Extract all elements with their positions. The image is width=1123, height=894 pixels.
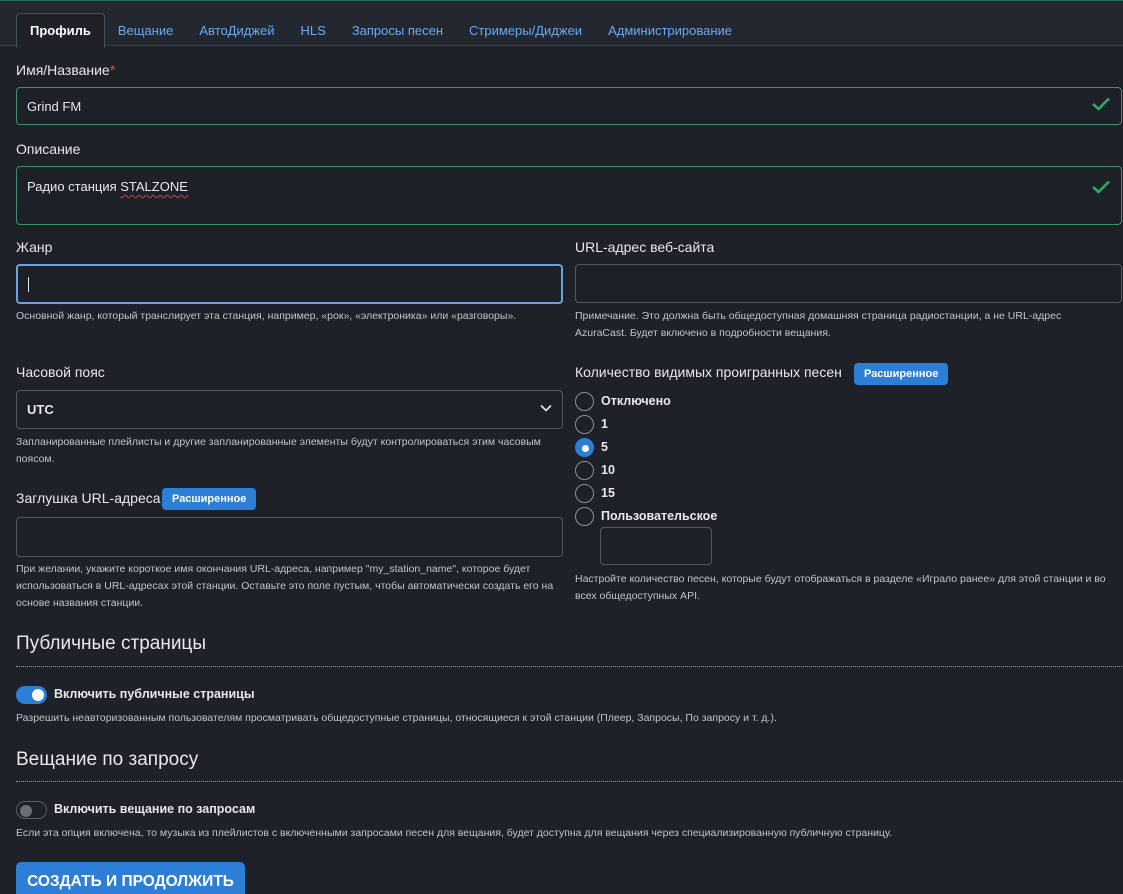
- radio-button[interactable]: [575, 391, 594, 411]
- description-textarea[interactable]: Радио станция STALZONE: [16, 166, 1122, 225]
- slug-help: При желании, укажите короткое имя оконча…: [16, 563, 554, 609]
- website-help: Примечание. Это должна быть общедоступна…: [575, 310, 1062, 339]
- toggle-knob: [32, 689, 44, 701]
- create-and-continue-button[interactable]: СОЗДАТЬ И ПРОДОЛЖИТЬ: [16, 862, 245, 894]
- tab-song-requests[interactable]: Запросы песен: [339, 13, 456, 47]
- radio-label: 10: [601, 463, 615, 477]
- radio-button[interactable]: [575, 506, 594, 526]
- on-demand-heading: Вещание по запросу: [16, 749, 199, 770]
- genre-label: Жанр: [16, 239, 53, 255]
- radio-label: 5: [601, 440, 608, 454]
- public-pages-toggle-label: Включить публичные страницы: [54, 687, 255, 701]
- radio-label: 1: [601, 417, 608, 431]
- timezone-value: UTC: [27, 402, 54, 417]
- advanced-badge: Расширенное: [162, 488, 257, 510]
- chevron-down-icon: [540, 404, 552, 412]
- required-mark: *: [109, 62, 116, 78]
- on-demand-toggle[interactable]: [16, 801, 47, 819]
- radio-button[interactable]: [575, 414, 594, 434]
- history-custom-input[interactable]: [600, 527, 712, 565]
- public-pages-help: Разрешить неавторизованным пользователям…: [16, 712, 777, 724]
- genre-input[interactable]: [16, 264, 563, 304]
- slug-input[interactable]: [16, 517, 563, 557]
- on-demand-toggle-label: Включить вещание по запросам: [54, 802, 256, 816]
- tab-streamers[interactable]: Стримеры/Диджеи: [456, 13, 595, 47]
- tab-administration[interactable]: Администрирование: [595, 13, 745, 47]
- history-option-disabled[interactable]: Отключено: [575, 391, 671, 411]
- tab-bar: Профиль Вещание АвтоДиджей HLS Запросы п…: [0, 0, 1123, 48]
- check-icon: [1092, 180, 1110, 194]
- genre-help: Основной жанр, который транслирует эта с…: [16, 310, 517, 322]
- history-help: Настройте количество песен, которые буду…: [575, 573, 1106, 602]
- toggle-knob: [20, 805, 32, 817]
- on-demand-help: Если эта опция включена, то музыка из пл…: [16, 827, 893, 839]
- radio-button[interactable]: [575, 460, 594, 480]
- website-input[interactable]: [575, 264, 1122, 303]
- name-label-text: Имя/Название: [16, 62, 110, 78]
- tab-broadcasting[interactable]: Вещание: [105, 13, 187, 47]
- description-text: Радио станция: [27, 179, 121, 194]
- radio-label: 15: [601, 486, 615, 500]
- history-option-5[interactable]: 5: [575, 437, 608, 457]
- website-label: URL-адрес веб-сайта: [575, 239, 715, 255]
- history-option-10[interactable]: 10: [575, 460, 615, 480]
- tab-autodj[interactable]: АвтоДиджей: [186, 13, 287, 47]
- name-label: Имя/Название*: [16, 62, 115, 78]
- description-label: Описание: [16, 141, 81, 157]
- divider: [16, 781, 1122, 782]
- timezone-select[interactable]: UTC: [16, 390, 563, 429]
- timezone-help: Запланированные плейлисты и другие запла…: [16, 436, 541, 465]
- tabs: Профиль Вещание АвтоДиджей HLS Запросы п…: [16, 13, 745, 48]
- public-pages-heading: Публичные страницы: [16, 633, 206, 654]
- history-option-custom[interactable]: Пользовательское: [575, 506, 717, 526]
- slug-label: Заглушка URL-адреса: [16, 490, 161, 506]
- history-label: Количество видимых проигранных песен: [575, 364, 842, 380]
- name-value: Grind FM: [27, 98, 82, 114]
- tab-profile[interactable]: Профиль: [16, 13, 105, 48]
- text-caret: [28, 276, 29, 292]
- radio-label: Пользовательское: [601, 509, 718, 523]
- public-pages-toggle[interactable]: [16, 686, 47, 704]
- radio-button[interactable]: [575, 483, 594, 503]
- tab-hls[interactable]: HLS: [288, 13, 339, 47]
- description-value: Радио станция STALZONE: [27, 179, 188, 194]
- spellcheck-word: STALZONE: [120, 179, 188, 194]
- divider: [16, 666, 1122, 667]
- name-input[interactable]: Grind FM: [16, 87, 1122, 125]
- advanced-badge: Расширенное: [854, 363, 949, 385]
- check-icon: [1092, 97, 1110, 111]
- radio-label: Отключено: [601, 394, 671, 408]
- timezone-label: Часовой пояс: [16, 364, 105, 380]
- history-option-15[interactable]: 15: [575, 483, 615, 503]
- history-option-1[interactable]: 1: [575, 414, 608, 434]
- radio-button-selected[interactable]: [575, 437, 594, 457]
